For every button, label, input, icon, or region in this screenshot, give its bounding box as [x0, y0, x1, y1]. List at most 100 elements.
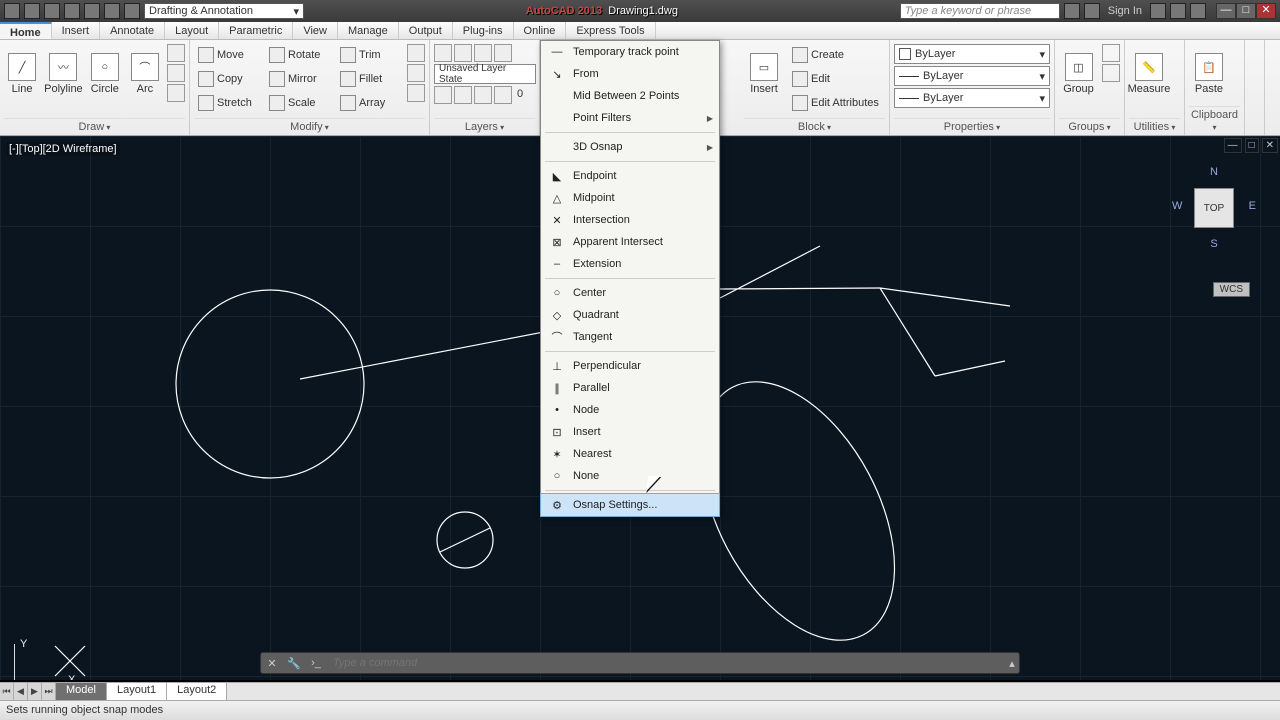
qat-new-icon[interactable] — [24, 3, 40, 19]
workspace-selector[interactable]: Drafting & Annotation▾ — [144, 3, 304, 19]
tab-manage[interactable]: Manage — [338, 22, 399, 39]
erase-icon[interactable] — [407, 44, 425, 62]
arc-button[interactable]: ⌒Arc — [127, 44, 163, 104]
tab-nav-prev[interactable]: ◀ — [14, 683, 28, 700]
insert-block-button[interactable]: ▭Insert — [744, 44, 784, 104]
osnap-item-tangent[interactable]: ⌒Tangent — [541, 326, 719, 348]
tab-online[interactable]: Online — [514, 22, 567, 39]
osnap-item-mid-between-2-points[interactable]: Mid Between 2 Points — [541, 85, 719, 107]
panel-block-title[interactable]: Block — [744, 118, 885, 135]
osnap-item-insert[interactable]: ⊡Insert — [541, 421, 719, 443]
help-icon[interactable] — [1190, 3, 1206, 19]
tab-layout1[interactable]: Layout1 — [107, 683, 167, 700]
signin-link[interactable]: Sign In — [1104, 5, 1146, 17]
polyline-button[interactable]: 〰Polyline — [44, 44, 83, 104]
ellipse-icon[interactable] — [167, 84, 185, 102]
array-button[interactable]: Array — [336, 92, 403, 114]
lineweight-combo[interactable]: ByLayer▾ — [894, 66, 1050, 86]
group-edit-icon[interactable] — [1102, 64, 1120, 82]
qat-undo-icon[interactable] — [84, 3, 100, 19]
tab-express[interactable]: Express Tools — [566, 22, 655, 39]
command-line[interactable]: ✕ 🔧 ›_ ▴ — [260, 652, 1020, 674]
osnap-item-point-filters[interactable]: Point Filters — [541, 107, 719, 129]
qat-print-icon[interactable] — [124, 3, 140, 19]
rect-icon[interactable] — [167, 44, 185, 62]
cmd-wrench-icon[interactable]: 🔧 — [283, 653, 305, 673]
tab-insert[interactable]: Insert — [52, 22, 101, 39]
cmd-history-icon[interactable]: ▴ — [1005, 657, 1019, 670]
linetype-combo[interactable]: ByLayer▾ — [894, 88, 1050, 108]
layer-freeze-icon[interactable] — [494, 44, 512, 62]
tab-parametric[interactable]: Parametric — [219, 22, 293, 39]
minimize-button[interactable]: — — [1216, 3, 1236, 19]
group-button[interactable]: ◫Group — [1059, 44, 1098, 104]
qat-save-icon[interactable] — [64, 3, 80, 19]
trim-button[interactable]: Trim — [336, 44, 403, 66]
qat-redo-icon[interactable] — [104, 3, 120, 19]
panel-layers-title[interactable]: Layers — [434, 118, 535, 135]
osnap-item-nearest[interactable]: ✶Nearest — [541, 443, 719, 465]
tab-plugins[interactable]: Plug-ins — [453, 22, 514, 39]
ungroup-icon[interactable] — [1102, 44, 1120, 62]
cloud-icon[interactable] — [1170, 3, 1186, 19]
measure-button[interactable]: 📏Measure — [1129, 44, 1169, 104]
panel-collapse[interactable] — [1245, 40, 1265, 135]
stretch-button[interactable]: Stretch — [194, 92, 261, 114]
osnap-item-none[interactable]: ○None — [541, 465, 719, 487]
scale-button[interactable]: Scale — [265, 92, 332, 114]
offset-icon[interactable] — [407, 84, 425, 102]
osnap-item-apparent-intersect[interactable]: ⊠Apparent Intersect — [541, 231, 719, 253]
copy-button[interactable]: Copy — [194, 68, 261, 90]
tab-nav-first[interactable]: ⏮ — [0, 683, 14, 700]
sun-icon[interactable] — [454, 86, 472, 104]
circle-button[interactable]: ○Circle — [87, 44, 123, 104]
panel-modify-title[interactable]: Modify — [194, 118, 425, 135]
osnap-item-midpoint[interactable]: △Midpoint — [541, 187, 719, 209]
osnap-item-endpoint[interactable]: ◣Endpoint — [541, 165, 719, 187]
rotate-button[interactable]: Rotate — [265, 44, 332, 66]
tab-model[interactable]: Model — [56, 683, 107, 700]
osnap-item-node[interactable]: •Node — [541, 399, 719, 421]
panel-properties-title[interactable]: Properties — [894, 118, 1050, 135]
command-input[interactable] — [327, 657, 1005, 669]
hatch-icon[interactable] — [167, 64, 185, 82]
osnap-item-extension[interactable]: –Extension — [541, 253, 719, 275]
tab-nav-next[interactable]: ▶ — [28, 683, 42, 700]
tab-layout2[interactable]: Layout2 — [167, 683, 227, 700]
osnap-item-from[interactable]: ↘From — [541, 63, 719, 85]
close-button[interactable]: ✕ — [1256, 3, 1276, 19]
cmd-close-icon[interactable]: ✕ — [261, 653, 283, 673]
search-icon[interactable] — [1064, 3, 1080, 19]
panel-draw-title[interactable]: Draw — [4, 118, 185, 135]
view-cube[interactable]: N W TOP E S — [1172, 166, 1256, 250]
tab-view[interactable]: View — [293, 22, 338, 39]
osnap-item-parallel[interactable]: ∥Parallel — [541, 377, 719, 399]
color-icon[interactable] — [494, 86, 512, 104]
panel-groups-title[interactable]: Groups — [1059, 118, 1120, 135]
fillet-button[interactable]: Fillet — [336, 68, 403, 90]
tab-nav-last[interactable]: ⏭ — [42, 683, 56, 700]
edit-block-button[interactable]: Edit — [788, 68, 885, 90]
tab-layout[interactable]: Layout — [165, 22, 219, 39]
osnap-item-temporary-track-point[interactable]: —Temporary track point — [541, 41, 719, 63]
edit-attr-button[interactable]: Edit Attributes — [788, 92, 885, 114]
create-block-button[interactable]: Create — [788, 44, 885, 66]
osnap-item-perpendicular[interactable]: ⊥Perpendicular — [541, 355, 719, 377]
exchange-icon[interactable] — [1150, 3, 1166, 19]
panel-utilities-title[interactable]: Utilities — [1129, 118, 1180, 135]
layer-prop-icon[interactable] — [434, 44, 452, 62]
qat-open-icon[interactable] — [44, 3, 60, 19]
wcs-label[interactable]: WCS — [1213, 282, 1250, 297]
color-combo[interactable]: ByLayer▾ — [894, 44, 1050, 64]
explode-icon[interactable] — [407, 64, 425, 82]
osnap-item-intersection[interactable]: ✕Intersection — [541, 209, 719, 231]
lock-icon[interactable] — [474, 86, 492, 104]
move-button[interactable]: Move — [194, 44, 261, 66]
bulb-icon[interactable] — [434, 86, 452, 104]
line-button[interactable]: ╱Line — [4, 44, 40, 104]
layer-state-combo[interactable]: Unsaved Layer State — [434, 64, 536, 84]
tab-annotate[interactable]: Annotate — [100, 22, 165, 39]
layer-iso-icon[interactable] — [474, 44, 492, 62]
help-search[interactable]: Type a keyword or phrase — [900, 3, 1060, 19]
layer-prev-icon[interactable] — [454, 44, 472, 62]
